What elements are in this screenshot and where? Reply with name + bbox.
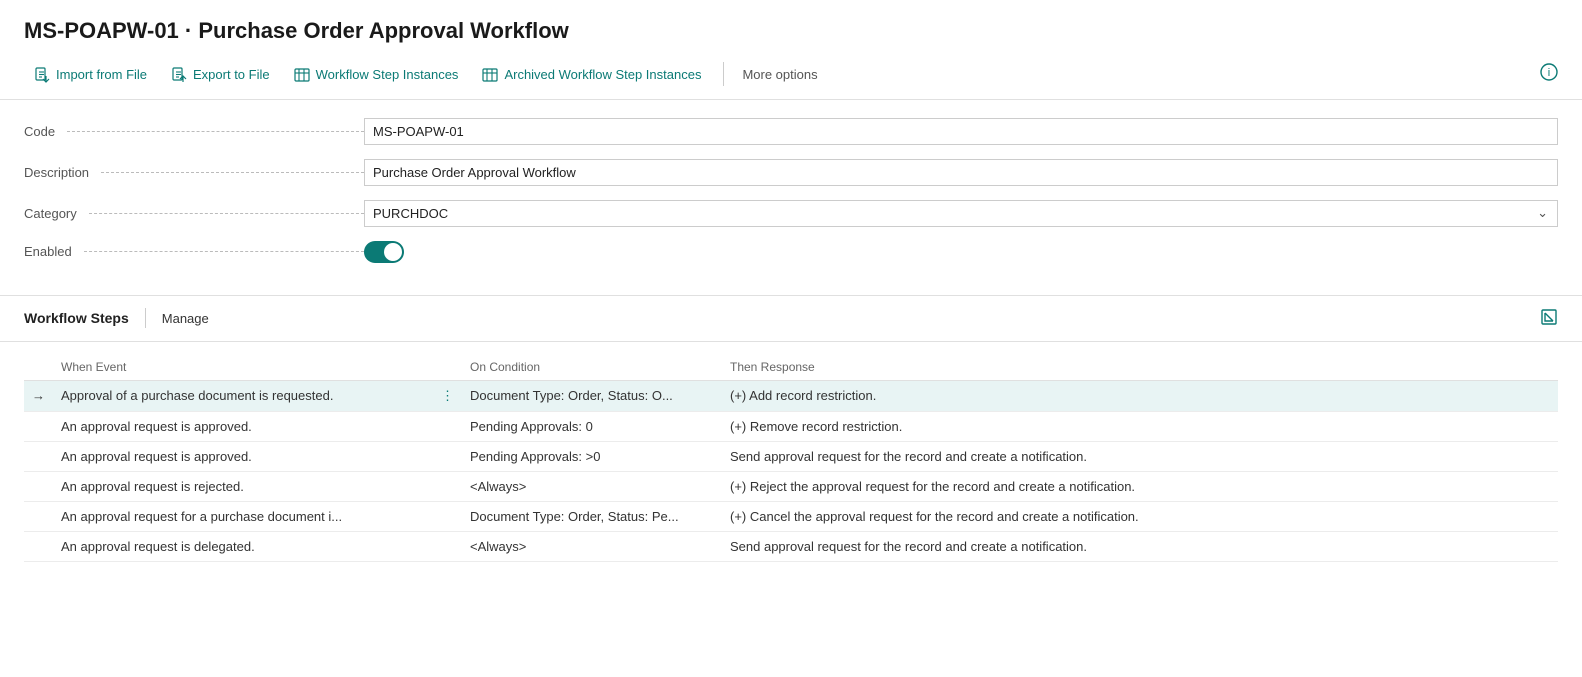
- description-row: Description: [24, 159, 1558, 186]
- page-header: MS-POAPW-01 · Purchase Order Approval Wo…: [0, 0, 1582, 100]
- enabled-row: Enabled: [24, 241, 1558, 263]
- workflow-instances-label: Workflow Step Instances: [316, 67, 459, 82]
- row-response: (+) Add record restriction.: [722, 380, 1558, 411]
- import-from-file-button[interactable]: Import from File: [24, 60, 161, 89]
- row-arrow: [24, 501, 53, 531]
- row-drag-handle: [433, 441, 462, 471]
- table-row[interactable]: →Approval of a purchase document is requ…: [24, 380, 1558, 411]
- row-when-event: An approval request is rejected.: [53, 471, 433, 501]
- code-label: Code: [24, 124, 364, 139]
- toggle-knob: [384, 243, 402, 261]
- row-when-event: Approval of a purchase document is reque…: [53, 380, 433, 411]
- row-arrow: [24, 531, 53, 561]
- row-condition: Document Type: Order, Status: Pe...: [462, 501, 722, 531]
- manage-button[interactable]: Manage: [162, 311, 209, 326]
- row-when-event: An approval request is delegated.: [53, 531, 433, 561]
- archived-instances-button[interactable]: Archived Workflow Step Instances: [472, 60, 715, 89]
- row-response: (+) Remove record restriction.: [722, 411, 1558, 441]
- row-response: Send approval request for the record and…: [722, 531, 1558, 561]
- row-drag-handle: [433, 471, 462, 501]
- archived-icon: [482, 66, 498, 83]
- category-row: Category PURCHDOC ⌄: [24, 200, 1558, 227]
- row-condition: Pending Approvals: 0: [462, 411, 722, 441]
- col-condition-header: On Condition: [462, 354, 722, 381]
- table-body: →Approval of a purchase document is requ…: [24, 380, 1558, 561]
- table-row[interactable]: An approval request is rejected. <Always>…: [24, 471, 1558, 501]
- table-header: When Event On Condition Then Response: [24, 354, 1558, 381]
- category-select[interactable]: PURCHDOC: [364, 200, 1558, 227]
- page-title: MS-POAPW-01 · Purchase Order Approval Wo…: [24, 18, 1558, 44]
- row-arrow: [24, 411, 53, 441]
- workflow-instances-button[interactable]: Workflow Step Instances: [284, 60, 473, 89]
- row-arrow: [24, 441, 53, 471]
- row-condition: Pending Approvals: >0: [462, 441, 722, 471]
- row-drag-handle[interactable]: ⋮: [433, 380, 462, 411]
- code-input[interactable]: [364, 118, 1558, 145]
- toggle-track[interactable]: [364, 241, 404, 263]
- form-section: Code Description Category PURCHDOC ⌄ Ena…: [0, 100, 1582, 296]
- enabled-toggle[interactable]: [364, 241, 404, 263]
- row-condition: <Always>: [462, 471, 722, 501]
- row-response: (+) Cancel the approval request for the …: [722, 501, 1558, 531]
- col-arrow-header: [24, 354, 53, 381]
- table-row[interactable]: An approval request for a purchase docum…: [24, 501, 1558, 531]
- import-icon: [34, 66, 50, 83]
- row-arrow: [24, 471, 53, 501]
- expand-icon[interactable]: [1540, 308, 1558, 329]
- col-when-event-header: When Event: [53, 354, 433, 381]
- export-icon: [171, 66, 187, 83]
- description-label: Description: [24, 165, 364, 180]
- category-label: Category: [24, 206, 364, 221]
- info-button[interactable]: i: [1540, 63, 1558, 86]
- row-arrow: →: [24, 380, 53, 411]
- row-when-event: An approval request is approved.: [53, 411, 433, 441]
- col-drag-header: [433, 354, 462, 381]
- row-response: Send approval request for the record and…: [722, 441, 1558, 471]
- row-response: (+) Reject the approval request for the …: [722, 471, 1558, 501]
- row-drag-handle: [433, 531, 462, 561]
- row-drag-handle: [433, 411, 462, 441]
- table-row[interactable]: An approval request is approved. Pending …: [24, 441, 1558, 471]
- workflow-steps-title: Workflow Steps: [24, 310, 129, 326]
- row-drag-handle: [433, 501, 462, 531]
- import-label: Import from File: [56, 67, 147, 82]
- table-row[interactable]: An approval request is approved. Pending …: [24, 411, 1558, 441]
- description-input[interactable]: [364, 159, 1558, 186]
- table-row[interactable]: An approval request is delegated. <Always…: [24, 531, 1558, 561]
- svg-text:i: i: [1548, 67, 1550, 79]
- export-to-file-button[interactable]: Export to File: [161, 60, 284, 89]
- row-condition: Document Type: Order, Status: O...: [462, 380, 722, 411]
- workflow-steps-header: Workflow Steps Manage: [0, 296, 1582, 342]
- workflow-instances-icon: [294, 66, 310, 83]
- enabled-label: Enabled: [24, 244, 364, 259]
- workflow-table: When Event On Condition Then Response →A…: [24, 354, 1558, 562]
- export-label: Export to File: [193, 67, 270, 82]
- table-section: When Event On Condition Then Response →A…: [0, 342, 1582, 562]
- row-when-event: An approval request for a purchase docum…: [53, 501, 433, 531]
- row-condition: <Always>: [462, 531, 722, 561]
- row-when-event: An approval request is approved.: [53, 441, 433, 471]
- more-options-button[interactable]: More options: [732, 61, 827, 88]
- code-row: Code: [24, 118, 1558, 145]
- category-select-wrapper: PURCHDOC ⌄: [364, 200, 1558, 227]
- toolbar: Import from File Export to File: [24, 54, 1558, 89]
- more-options-label: More options: [742, 67, 817, 82]
- col-response-header: Then Response: [722, 354, 1558, 381]
- steps-header-divider: [145, 308, 146, 328]
- toolbar-divider: [723, 62, 724, 86]
- archived-label: Archived Workflow Step Instances: [504, 67, 701, 82]
